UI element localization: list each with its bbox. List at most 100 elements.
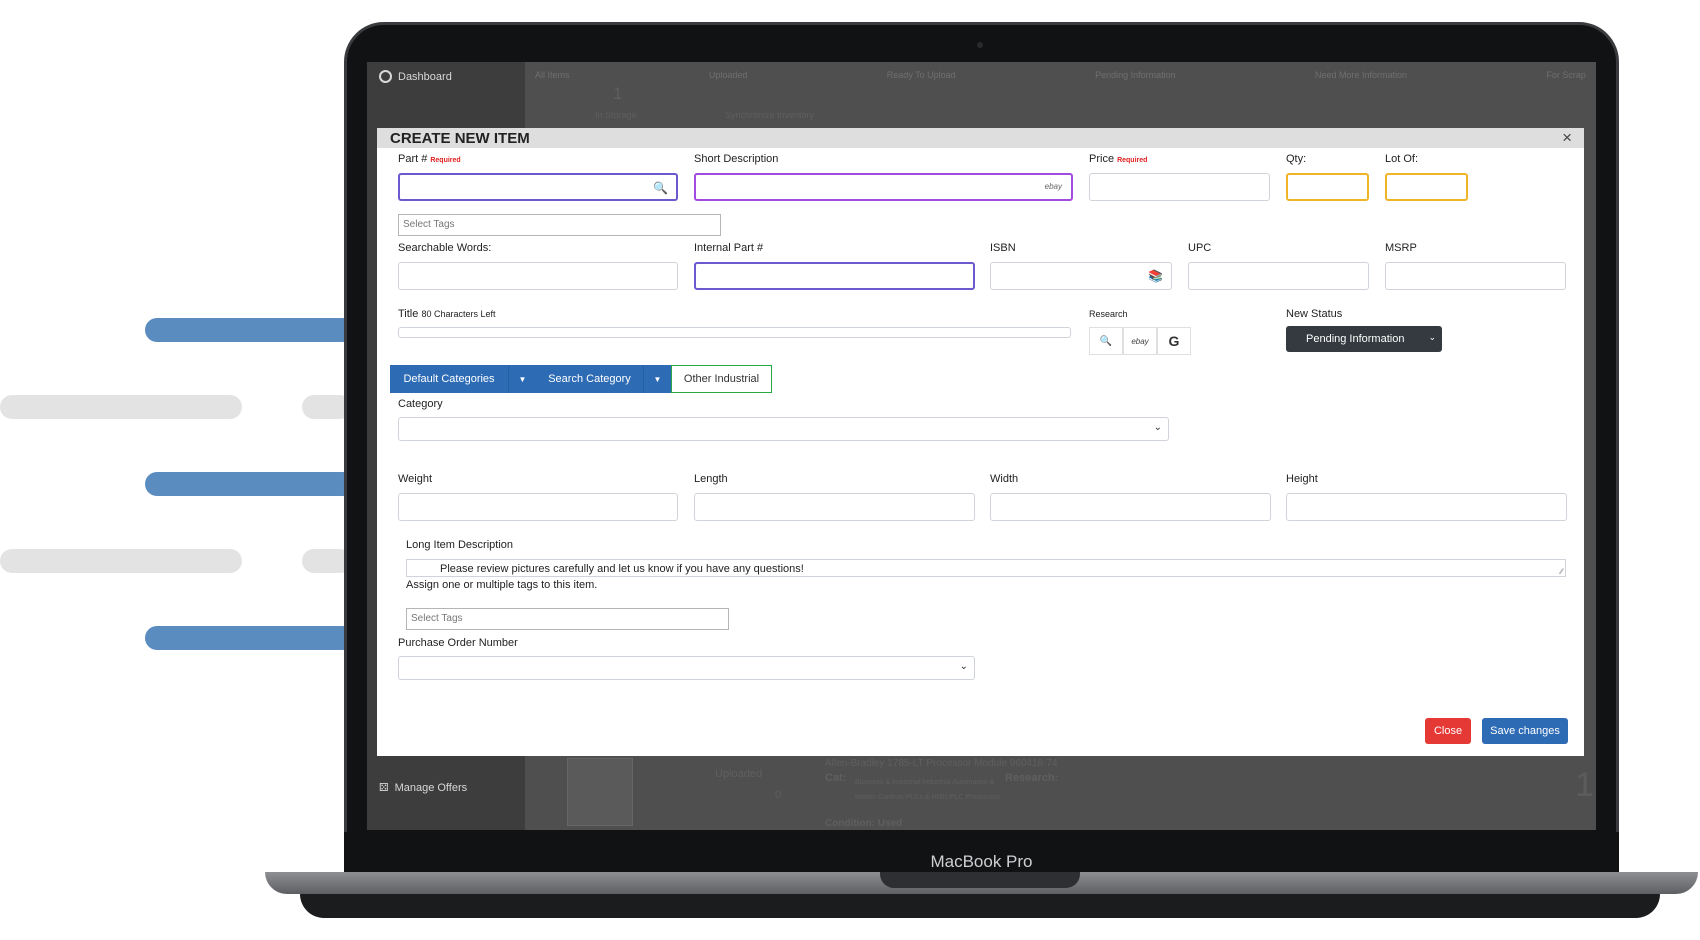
price-label-text: Price	[1089, 153, 1115, 165]
decor-line-grey-3	[0, 549, 242, 573]
ebay-icon[interactable]: ebay	[1045, 182, 1062, 191]
part-number-input[interactable]: 🔍	[398, 173, 678, 201]
storage-count: 1	[613, 84, 623, 103]
decor-line-blue-3	[145, 626, 355, 650]
searchable-words-input[interactable]	[398, 262, 678, 290]
ebay-research-label: ebay	[1131, 336, 1149, 346]
listing-title[interactable]: Allen-Bradley 1785-LT Processor Module 9…	[825, 758, 1058, 769]
offers-icon: ⚄	[379, 782, 389, 794]
length-input[interactable]	[694, 493, 975, 521]
searchable-words-label: Searchable Words:	[398, 242, 492, 254]
laptop-base-shadow	[300, 894, 1660, 918]
part-required-badge: Required	[430, 157, 461, 164]
storage-label: In Storage	[595, 110, 637, 120]
long-description-value: Please review pictures carefully and let…	[440, 563, 804, 575]
search-category-caret-icon[interactable]: ▼	[643, 365, 671, 393]
google-research-button[interactable]: G	[1157, 327, 1191, 355]
resize-handle-icon[interactable]: ∕∕	[1560, 567, 1563, 576]
width-input[interactable]	[990, 493, 1271, 521]
isbn-label: ISBN	[990, 242, 1016, 254]
height-label: Height	[1286, 473, 1318, 485]
title-label: Title 80 Characters Left	[398, 308, 495, 320]
category-label: Category	[398, 398, 443, 410]
short-description-label: Short Description	[694, 153, 779, 165]
search-icon[interactable]: 🔍	[653, 181, 668, 195]
default-categories-button[interactable]: Default Categories	[390, 365, 508, 393]
listing-qty: 1	[1575, 766, 1594, 804]
price-label: Price Required	[1089, 153, 1147, 165]
modal-title: CREATE NEW ITEM	[390, 130, 530, 147]
lot-input[interactable]	[1385, 173, 1468, 201]
status-value: Pending Information	[1306, 333, 1405, 345]
msrp-input[interactable]	[1385, 262, 1566, 290]
qty-input[interactable]	[1286, 173, 1369, 201]
tab-uploaded[interactable]: Uploaded	[709, 70, 748, 80]
magnify-research-icon[interactable]: 🔍	[1089, 327, 1123, 355]
weight-label: Weight	[398, 473, 433, 485]
tab-pending-information[interactable]: Pending Information	[1095, 70, 1176, 80]
tab-all-items[interactable]: All Items	[535, 70, 570, 80]
internal-part-input[interactable]	[694, 262, 975, 290]
tab-for-scrap[interactable]: For Scrap	[1546, 70, 1586, 80]
close-button[interactable]: Close	[1425, 718, 1471, 744]
length-label: Length	[694, 473, 728, 485]
laptop-notch	[880, 872, 1080, 888]
sidebar-item-label: Manage Offers	[394, 781, 468, 794]
purchase-order-label: Purchase Order Number	[398, 637, 518, 649]
google-icon: G	[1168, 333, 1180, 349]
select-tags-input[interactable]: Select Tags	[398, 214, 721, 236]
listing-cat-label: Cat:	[825, 772, 847, 784]
close-icon[interactable]: ×	[1562, 128, 1572, 148]
internal-part-label: Internal Part #	[694, 242, 764, 254]
sync-label[interactable]: Synchronize Inventory	[725, 110, 814, 120]
screen: Dashboard ⚄ Manage Offers All Items Uplo…	[367, 62, 1596, 830]
purchase-order-select[interactable]: ⌄	[398, 656, 975, 680]
title-char-counter: 80 Characters Left	[421, 309, 496, 319]
other-industrial-button[interactable]: Other Industrial	[671, 365, 772, 393]
ebay-research-button[interactable]: ebay	[1123, 327, 1157, 355]
weight-input[interactable]	[398, 493, 678, 521]
listing-photo-count: 0	[775, 789, 782, 801]
listing-thumbnail[interactable]	[567, 758, 633, 826]
default-categories-caret-icon[interactable]: ▼	[508, 365, 536, 393]
listing-condition: Condition: Used	[825, 818, 903, 829]
sidebar-item-dashboard[interactable]: Dashboard	[379, 70, 452, 83]
chevron-down-icon: ⌄	[1153, 422, 1162, 433]
item-tags-input[interactable]: Select Tags	[406, 608, 729, 630]
isbn-input[interactable]: 📚	[990, 262, 1172, 290]
category-select[interactable]: ⌄	[398, 417, 1169, 441]
listing-status: Uploaded	[715, 768, 763, 780]
title-input[interactable]	[398, 327, 1071, 338]
msrp-label: MSRP	[1385, 242, 1417, 254]
search-category-button[interactable]: Search Category	[536, 365, 643, 393]
listing-research: Research:	[1005, 772, 1059, 784]
chevron-down-icon: ⌄	[959, 661, 968, 672]
research-label: Research	[1089, 309, 1128, 319]
title-label-text: Title	[398, 308, 419, 320]
short-description-input[interactable]: ebay	[694, 173, 1073, 201]
status-dropdown[interactable]: Pending Information ⌄	[1286, 326, 1442, 352]
camera-icon	[977, 42, 983, 48]
save-changes-button[interactable]: Save changes	[1482, 718, 1568, 744]
sidebar-item-label: Dashboard	[398, 70, 452, 83]
new-status-label: New Status	[1286, 308, 1343, 320]
tab-ready-to-upload[interactable]: Ready To Upload	[887, 70, 956, 80]
device-brand: MacBook Pro	[930, 852, 1033, 871]
price-input[interactable]	[1089, 173, 1270, 201]
decor-line-grey-1	[0, 395, 242, 419]
price-required-badge: Required	[1117, 157, 1148, 164]
stage: MacBook Pro Dashboard ⚄ Manage Offers Al…	[0, 0, 1700, 940]
decor-line-blue-1	[145, 318, 355, 342]
sidebar-item-manage-offers[interactable]: ⚄ Manage Offers	[379, 781, 468, 795]
modal-header: CREATE NEW ITEM ×	[377, 128, 1584, 148]
lot-label: Lot Of:	[1385, 153, 1419, 165]
upc-input[interactable]	[1188, 262, 1369, 290]
listing-cat-value: Business & Industrial:Industrial Automat…	[855, 779, 1001, 801]
long-description-textarea[interactable]: Please review pictures carefully and let…	[406, 559, 1566, 577]
long-description-label: Long Item Description	[406, 539, 513, 551]
height-input[interactable]	[1286, 493, 1567, 521]
tab-need-more-information[interactable]: Need More Information	[1315, 70, 1407, 80]
upc-label: UPC	[1188, 242, 1212, 254]
part-label-text: Part #	[398, 153, 428, 165]
books-icon[interactable]: 📚	[1148, 269, 1163, 283]
